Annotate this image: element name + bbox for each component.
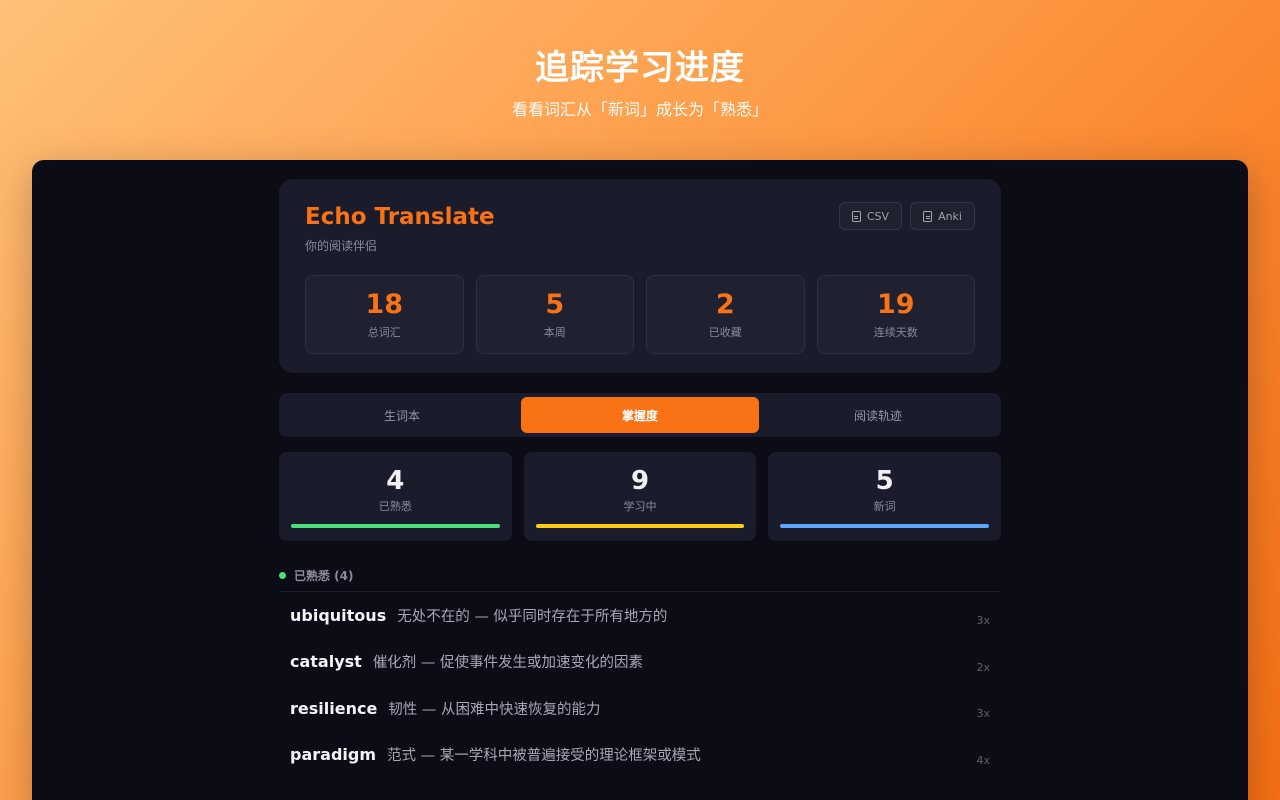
stat-label: 已收藏 — [708, 326, 742, 339]
stat-favorites: 2 已收藏 — [646, 275, 805, 354]
tab-reading-history[interactable]: 阅读轨迹 — [759, 397, 997, 433]
hero-subtitle: 看看词汇从「新词」成长为「熟悉」 — [511, 100, 768, 119]
export-anki-label: Anki — [938, 209, 962, 223]
mastery-bar — [291, 524, 500, 528]
word-count: 4x — [976, 753, 990, 767]
stat-value: 18 — [365, 289, 404, 320]
tab-bar: 生词本 掌握度 阅读轨迹 — [279, 393, 1001, 437]
stat-this-week: 5 本周 — [475, 275, 634, 354]
mastery-value: 9 — [630, 466, 650, 496]
section-header-familiar: 已熟悉 (4) — [279, 567, 1001, 592]
word-count: 2x — [976, 660, 990, 674]
mastery-bar — [535, 524, 745, 528]
export-buttons: CSV Anki — [838, 202, 975, 230]
tab-mastery[interactable]: 掌握度 — [521, 397, 759, 433]
stats-row: 18 总词汇 5 本周 2 已收藏 19 连续天数 — [305, 275, 975, 354]
stat-total-words: 18 总词汇 — [305, 275, 464, 354]
mastery-card-new[interactable]: 5 新词 — [768, 452, 1002, 541]
word-definition: 韧性 — 从困难中快速恢复的能力 — [388, 701, 601, 718]
header-card: Echo Translate 你的阅读伴侣 CSV Anki 18 总词汇 5 … — [279, 179, 1001, 373]
tab-vocabulary[interactable]: 生词本 — [283, 397, 521, 433]
mastery-bar — [780, 524, 990, 528]
list-item[interactable]: resilience 韧性 — 从困难中快速恢复的能力 3x — [279, 685, 1001, 732]
stat-streak-days: 19 连续天数 — [816, 275, 975, 354]
app-tagline: 你的阅读伴侣 — [305, 239, 378, 253]
word-list: ubiquitous 无处不在的 — 似乎同时存在于所有地方的 3x catal… — [279, 592, 1001, 778]
stat-label: 连续天数 — [873, 326, 918, 339]
section-title: 已熟悉 (4) — [294, 569, 354, 583]
stat-value: 5 — [545, 289, 565, 320]
mastery-label: 已熟悉 — [378, 500, 412, 513]
list-item[interactable]: catalyst 催化剂 — 促使事件发生或加速变化的因素 2x — [279, 639, 1001, 686]
list-item[interactable]: paradigm 范式 — 某一学科中被普遍接受的理论框架或模式 4x — [279, 732, 1001, 779]
word-count: 3x — [976, 707, 990, 720]
word-definition: 范式 — 某一学科中被普遍接受的理论框架或模式 — [387, 748, 701, 765]
file-icon — [923, 210, 933, 222]
status-dot — [279, 572, 286, 579]
file-icon — [851, 210, 861, 222]
list-item[interactable]: ubiquitous 无处不在的 — 似乎同时存在于所有地方的 3x — [279, 592, 1001, 639]
hero-title: 追踪学习进度 — [535, 48, 745, 88]
word-definition: 无处不在的 — 似乎同时存在于所有地方的 — [397, 608, 668, 625]
stat-value: 2 — [715, 289, 735, 320]
app-content: Echo Translate 你的阅读伴侣 CSV Anki 18 总词汇 5 … — [279, 179, 1002, 778]
word-term: ubiquitous — [290, 605, 387, 625]
mastery-label: 新词 — [873, 500, 896, 513]
mastery-value: 5 — [875, 466, 894, 496]
stat-label: 总词汇 — [367, 326, 401, 339]
word-term: resilience — [290, 698, 378, 718]
word-count: 3x — [976, 614, 990, 627]
word-term: catalyst — [290, 652, 362, 672]
word-definition: 催化剂 — 促使事件发生或加速变化的因素 — [372, 655, 644, 672]
mastery-value: 4 — [386, 466, 405, 496]
word-term: paradigm — [290, 745, 376, 765]
mastery-card-familiar[interactable]: 4 已熟悉 — [279, 452, 512, 541]
mastery-label: 学习中 — [623, 500, 657, 513]
export-anki-button[interactable]: Anki — [910, 202, 975, 230]
export-csv-label: CSV — [866, 209, 890, 223]
app-window: Echo Translate 你的阅读伴侣 CSV Anki 18 总词汇 5 … — [32, 160, 1248, 800]
export-csv-button[interactable]: CSV — [838, 202, 903, 230]
hero-banner: 追踪学习进度 看看词汇从「新词」成长为「熟悉」 — [0, 44, 1280, 120]
stat-value: 19 — [876, 289, 915, 320]
mastery-summary: 4 已熟悉 9 学习中 5 新词 — [279, 452, 1002, 541]
stat-label: 本周 — [543, 326, 566, 339]
mastery-card-learning[interactable]: 9 学习中 — [523, 452, 757, 541]
